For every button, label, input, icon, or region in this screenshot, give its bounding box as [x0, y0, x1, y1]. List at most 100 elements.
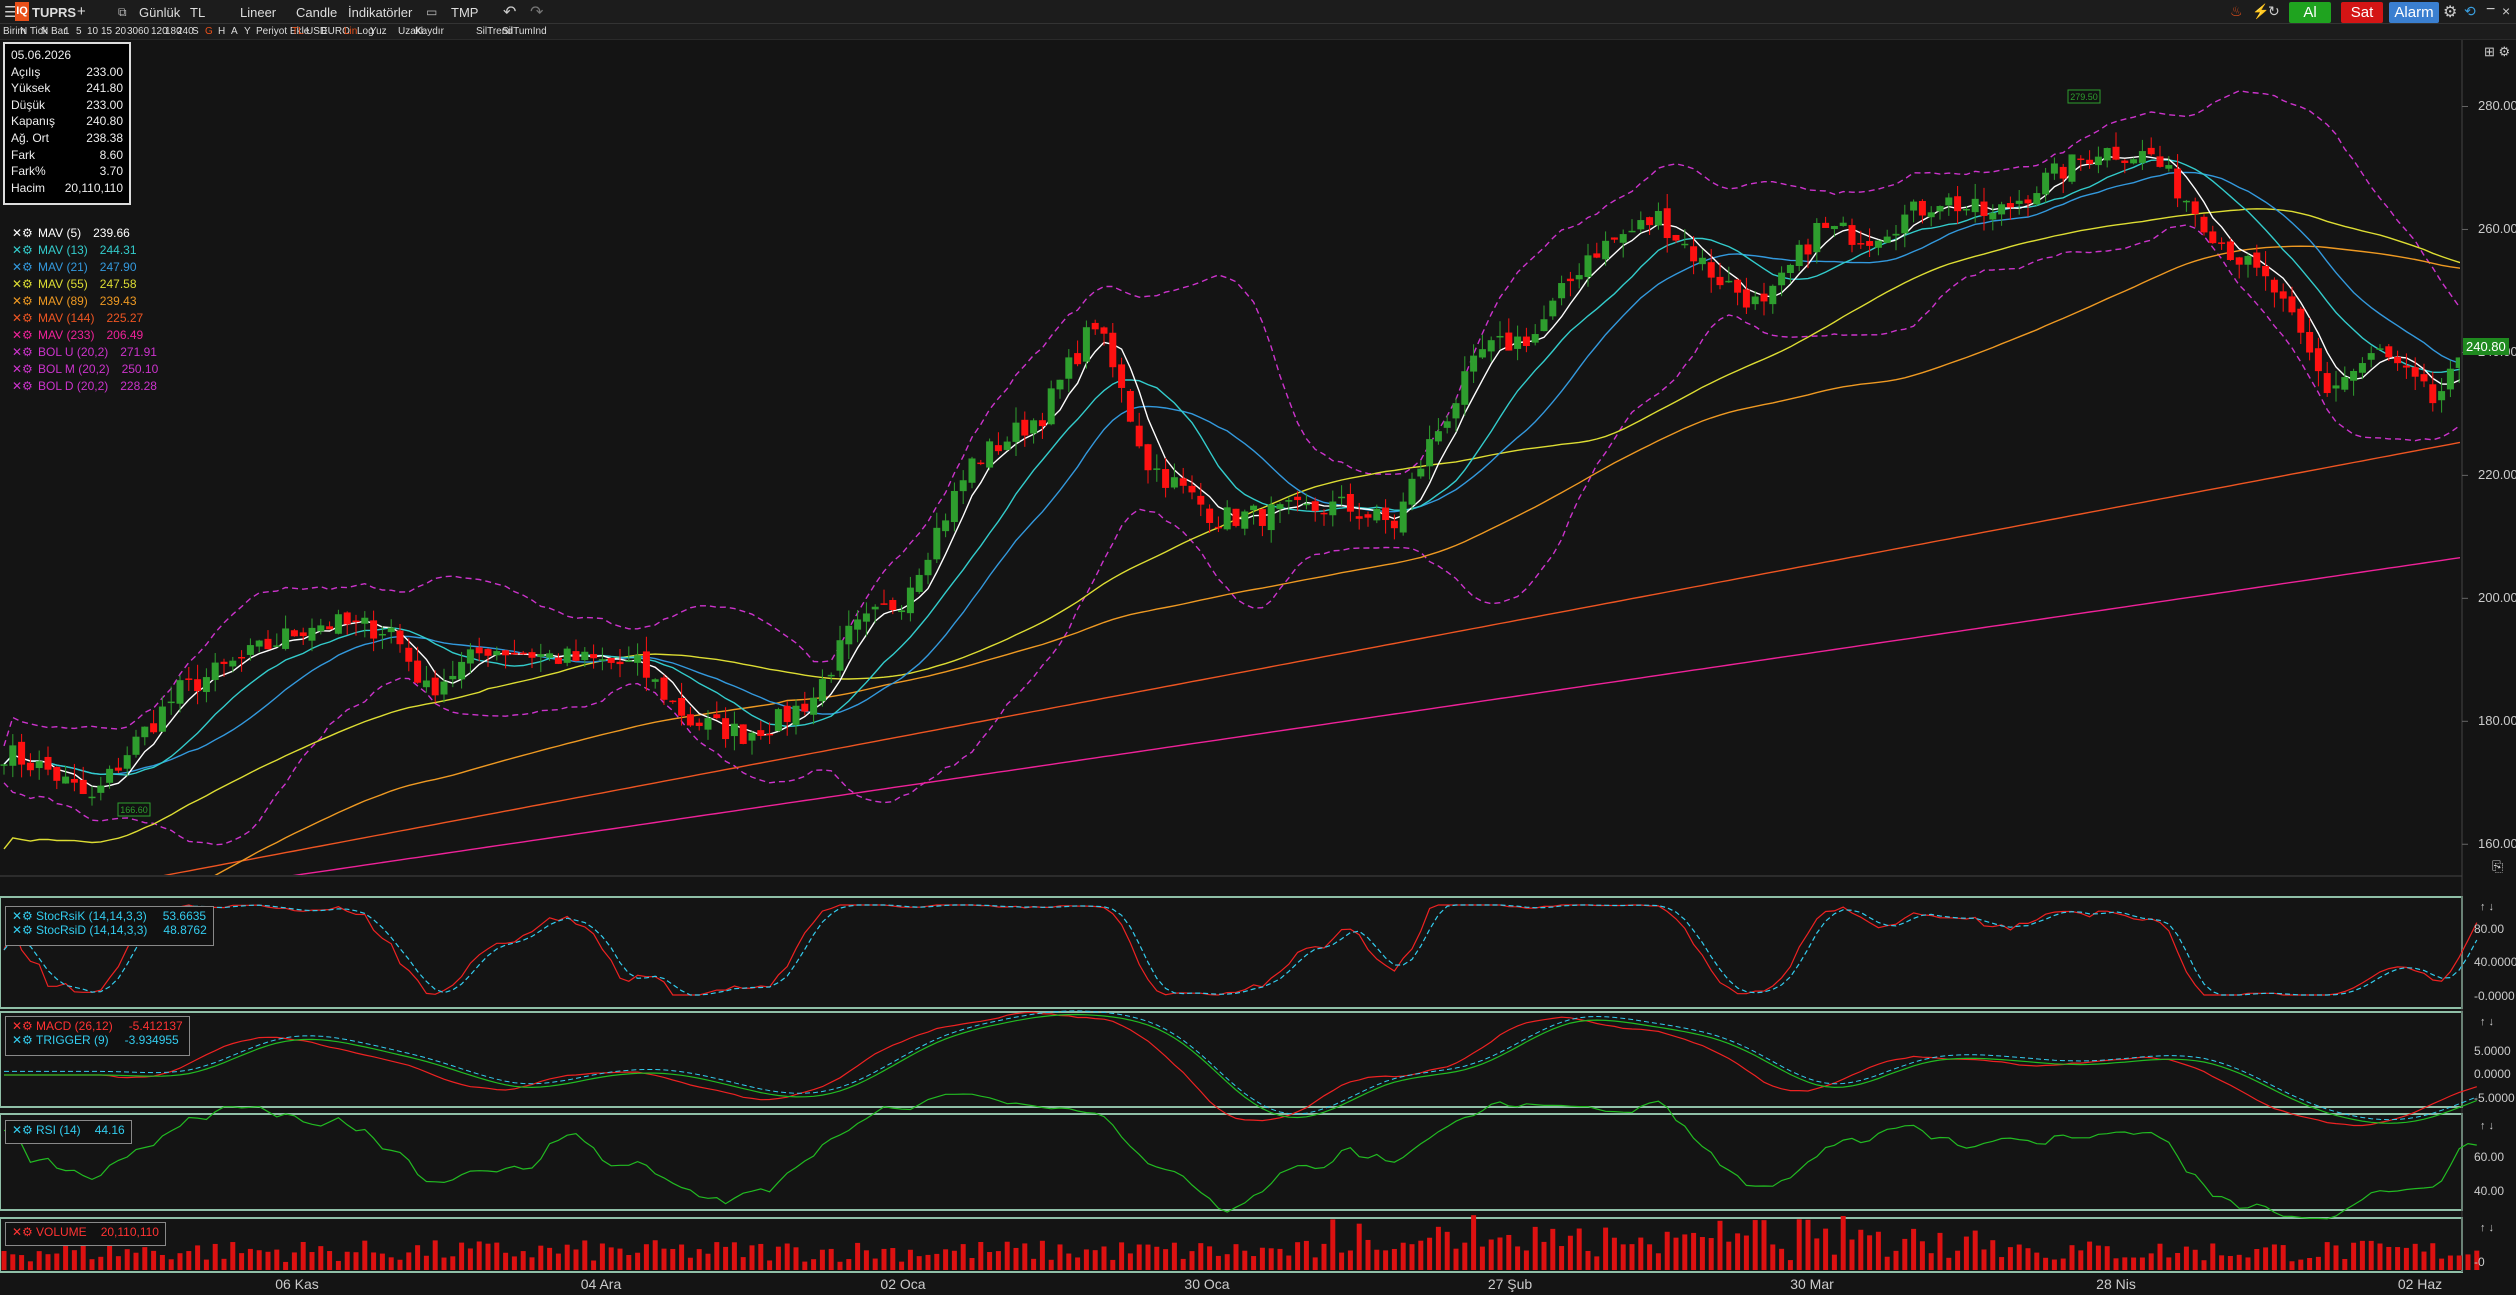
legend-toggle-icon[interactable]: ✕⚙: [12, 277, 38, 291]
volume-bar: [1787, 1260, 1793, 1270]
panel-scroll-icon[interactable]: ↑ ↓: [2480, 1120, 2494, 1132]
volume-bar: [881, 1248, 887, 1270]
volume-bar: [899, 1261, 905, 1270]
volume-bar: [1550, 1228, 1556, 1270]
volume-bar: [1427, 1237, 1433, 1270]
volume-bar: [2025, 1248, 2031, 1270]
volume-bar: [1, 1251, 7, 1270]
volume-bar: [2271, 1244, 2277, 1270]
volume-bar: [19, 1255, 25, 1270]
volume-bar: [1031, 1258, 1037, 1270]
legend-toggle-icon[interactable]: ✕⚙: [12, 243, 38, 257]
volume-bar: [1541, 1241, 1547, 1270]
volume-bar: [767, 1260, 773, 1270]
volume-bar: [1330, 1219, 1336, 1270]
volume-bar: [775, 1246, 781, 1270]
volume-bar: [960, 1244, 966, 1270]
trigger-name: TRIGGER (9): [36, 1033, 109, 1047]
volume-bar: [1356, 1223, 1362, 1270]
sub-axis-label: 80.00: [2474, 922, 2505, 936]
volume-bar: [2095, 1245, 2101, 1270]
volume-bar: [1277, 1248, 1283, 1270]
volume-bar: [80, 1242, 86, 1270]
x-axis-label: 02 Oca: [880, 1276, 926, 1292]
candle-down: [1126, 388, 1134, 423]
volume-bar: [2359, 1240, 2365, 1270]
volume-bar: [265, 1251, 271, 1270]
trading-app: ☰ IQ TUPRS + ⧉ Günlük TL Lineer Candle İ…: [0, 0, 2516, 1295]
volume-bar: [2060, 1258, 2066, 1270]
volume-bar: [1004, 1241, 1010, 1270]
volume-bar: [828, 1248, 834, 1270]
volume-bar: [784, 1243, 790, 1270]
volume-bar: [2395, 1247, 2401, 1270]
volume-bar: [2051, 1259, 2057, 1270]
volume-bar: [318, 1246, 324, 1270]
volume-bar: [2034, 1252, 2040, 1270]
volume-bar: [2104, 1246, 2110, 1270]
volume-bar: [212, 1243, 218, 1270]
volume-bar: [1567, 1235, 1573, 1270]
volume-bar: [1955, 1250, 1961, 1270]
sub-axis-label: 0.0000: [2474, 1067, 2511, 1081]
volume-bar: [1823, 1228, 1829, 1270]
volume-bar: [1471, 1215, 1477, 1270]
legend-toggle-icon[interactable]: ✕⚙: [12, 345, 38, 359]
x-axis-label: 28 Nis: [2096, 1276, 2136, 1292]
sub-axis-label: 40.0000: [2474, 955, 2516, 969]
volume-bar: [371, 1252, 377, 1270]
legend-toggle-icon[interactable]: ✕⚙: [12, 379, 38, 393]
sub-panel-frame: [0, 1011, 2463, 1108]
volume-bar: [397, 1259, 403, 1270]
legend-toggle-icon[interactable]: ✕⚙: [12, 362, 38, 376]
candle-down: [739, 724, 747, 745]
legend-toggle-icon[interactable]: ✕⚙: [12, 328, 38, 342]
volume-bar: [1726, 1241, 1732, 1270]
volume-bar: [855, 1242, 861, 1270]
volume-bar: [679, 1244, 685, 1270]
legend-toggle-icon[interactable]: ✕⚙: [12, 311, 38, 325]
legend-value: 250.10: [121, 362, 159, 376]
legend-toggle-icon[interactable]: ✕⚙: [12, 260, 38, 274]
sub-axis-label: 5.0000: [2474, 1044, 2511, 1058]
volume-bar: [547, 1247, 553, 1270]
panel-scroll-icon[interactable]: ↑ ↓: [2480, 901, 2494, 913]
volume-bar: [635, 1252, 641, 1270]
panel-scroll-icon[interactable]: ↑ ↓: [2480, 1016, 2494, 1028]
legend-item: ✕⚙ MAV (144) 225.27: [12, 311, 143, 325]
volume-bar: [2254, 1249, 2260, 1270]
volume-bar: [529, 1257, 535, 1270]
volume-bar: [494, 1242, 500, 1270]
volume-bar: [2131, 1257, 2137, 1270]
volume-bar: [1233, 1244, 1239, 1270]
volume-bar: [2368, 1240, 2374, 1270]
legend-name: MAV (55): [38, 277, 88, 291]
volume-bar: [1611, 1237, 1617, 1270]
rsi-value: 44.16: [94, 1123, 125, 1137]
panel-scroll-icon[interactable]: ↑ ↓: [2480, 1222, 2494, 1234]
volume-bar: [2289, 1261, 2295, 1270]
volume-bar: [2166, 1257, 2172, 1270]
ohlc-row: Ağ. Ort 238.38: [11, 130, 123, 147]
volume-bar: [1963, 1236, 1969, 1270]
volume-bar: [1462, 1242, 1468, 1270]
screenshot-icon[interactable]: ⎘: [2492, 858, 2503, 875]
volume-bar: [1620, 1244, 1626, 1270]
volume-bar: [503, 1252, 509, 1270]
legend-toggle-icon[interactable]: ✕⚙: [12, 294, 38, 308]
panel-expand-icon[interactable]: ⊞ ⚙: [2484, 44, 2510, 60]
legend-toggle-icon[interactable]: ✕⚙: [12, 226, 38, 240]
volume-bar: [1215, 1255, 1221, 1270]
ohlc-row: Hacim 20,110,110: [11, 180, 123, 197]
volume-bar: [1532, 1226, 1538, 1270]
volume-bar: [2236, 1254, 2242, 1270]
price-chart[interactable]: 279.50 166.60: [0, 0, 2516, 1295]
stochrsi-legend: ✕⚙ StocRsiK (14,14,3,3) 53.6635 ✕⚙ StocRsiD…: [5, 906, 214, 946]
macd-value: -5.412137: [128, 1019, 183, 1033]
legend-name: MAV (13): [38, 243, 88, 257]
volume-bar: [1242, 1250, 1248, 1270]
volume-bar: [599, 1243, 605, 1270]
ohlc-label: 05.06.2026: [11, 48, 72, 62]
volume-bar: [1699, 1237, 1705, 1270]
legend-item: ✕⚙ MAV (89) 239.43: [12, 294, 137, 308]
